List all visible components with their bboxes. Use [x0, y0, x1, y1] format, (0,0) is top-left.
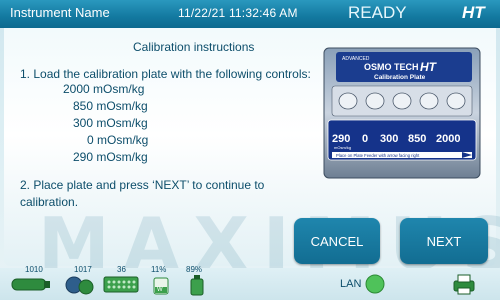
control-value: 2000 mOsm/kg: [63, 82, 145, 96]
control-value: 850 mOsm/kg: [73, 99, 148, 113]
footer-count: 36: [117, 265, 126, 274]
control-value: 0 mOsm/kg: [87, 133, 149, 147]
datetime: 11/22/21 11:32:46 AM: [178, 6, 298, 20]
footer-count: 1010: [25, 265, 43, 274]
reagent-bottles-icon[interactable]: [64, 274, 96, 296]
sample-tube-icon[interactable]: [10, 274, 52, 294]
page-title: Calibration instructions: [133, 40, 255, 54]
plate-well-value: 850: [408, 133, 426, 145]
footer-count: 89%: [186, 265, 203, 274]
footer-count: 1017: [74, 265, 92, 274]
instruction-step-2: 2. Place plate and press ‘NEXT’ to conti…: [20, 178, 265, 209]
instruction-step-1: 1. Load the calibration plate with the f…: [20, 67, 311, 81]
lan-status-icon: [365, 274, 385, 294]
footer-count: 11%: [151, 265, 167, 274]
plate-well-value: 2000: [436, 133, 460, 145]
plate-well-value: 0: [362, 133, 368, 145]
printer-icon[interactable]: [452, 273, 476, 295]
plate-brand: OSMO TECH: [364, 62, 419, 72]
plate-unit: mOsm/kg: [334, 145, 351, 150]
plate-well-value: 300: [380, 133, 398, 145]
lan-label: LAN: [340, 278, 362, 290]
control-value: 290 mOsm/kg: [73, 150, 148, 164]
next-button[interactable]: NEXT: [400, 218, 488, 264]
instrument-name: Instrument Name: [10, 5, 110, 20]
waste-container-icon[interactable]: W: [150, 274, 172, 296]
calibration-plate-image: ADVANCED OSMO TECH HT Calibration Plate …: [323, 47, 481, 179]
test-plate-icon[interactable]: [103, 274, 139, 294]
plate-instruction: Place on Plate Feeder with arrow facing …: [336, 153, 420, 158]
control-value: 300 mOsm/kg: [73, 116, 148, 130]
status-label: READY: [348, 3, 407, 22]
header-bar: Instrument Name 11/22/21 11:32:46 AM REA…: [0, 0, 500, 28]
plate-caption: Calibration Plate: [374, 74, 426, 81]
fluid-bottle-icon[interactable]: [186, 274, 208, 296]
plate-well-value: 290: [332, 133, 350, 145]
brand-logo: HT: [462, 3, 485, 22]
plate-model: HT: [420, 60, 438, 74]
svg-text:W: W: [157, 287, 163, 293]
cancel-button[interactable]: CANCEL: [294, 218, 380, 264]
